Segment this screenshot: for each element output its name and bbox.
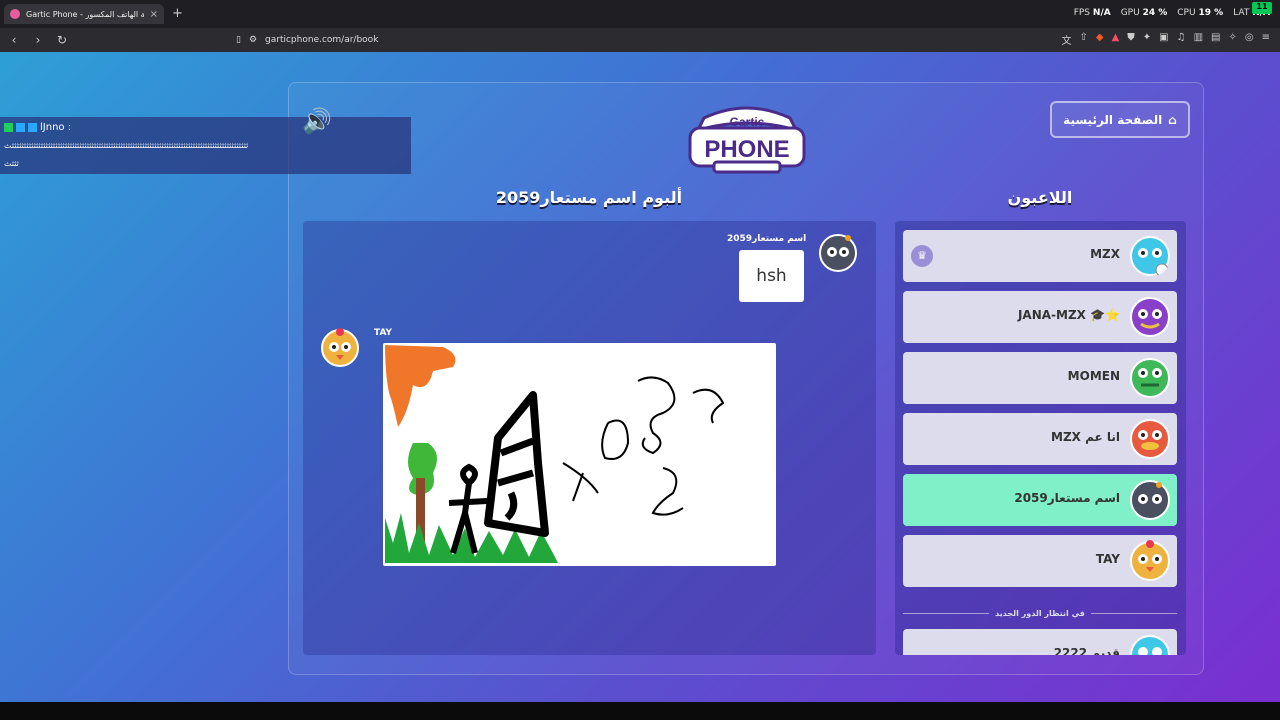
player-row-waiting[interactable]: قديم 2222 bbox=[903, 629, 1177, 655]
waiting-label: في انتظار الدور الجديد bbox=[995, 608, 1085, 618]
divider-line bbox=[903, 612, 990, 614]
players-title: اللاعبون bbox=[1007, 188, 1073, 207]
player-row[interactable]: ♛ MZX bbox=[903, 230, 1177, 282]
address-bar[interactable]: ▯ ⚙ garticphone.com/ar/book bbox=[236, 31, 978, 49]
player-name: ⭐🎓 JANA-MZX bbox=[1018, 308, 1120, 322]
home-button-label: الصفحة الرئيسية bbox=[1063, 112, 1163, 127]
extensions-icon[interactable]: ✦ bbox=[1143, 32, 1151, 47]
site-info-icon[interactable]: ⚙ bbox=[249, 35, 257, 45]
browser-toolbar: ‹ › ↻ ▯ ⚙ garticphone.com/ar/book 文 ⇧ ◆ … bbox=[0, 28, 1280, 52]
kick-badge: 11 bbox=[1252, 2, 1272, 14]
player-avatar bbox=[1130, 358, 1170, 398]
player-avatar bbox=[1130, 540, 1170, 581]
player-name: MOMEN bbox=[1067, 369, 1120, 383]
browser-tab[interactable]: Gartic Phone - لعبة الهاتف المكسور × bbox=[4, 4, 164, 24]
player-row[interactable]: ⭐🎓 JANA-MZX bbox=[903, 291, 1177, 343]
entry-author: اسم مستعار2059 bbox=[727, 234, 807, 244]
ai-icon[interactable]: ✧ bbox=[1228, 32, 1236, 47]
divider-line bbox=[1090, 612, 1177, 614]
back-icon[interactable]: ‹ bbox=[4, 33, 24, 47]
player-name: قديم 2222 bbox=[1053, 646, 1120, 655]
tab-title: Gartic Phone - لعبة الهاتف المكسور bbox=[26, 9, 144, 19]
waiting-divider: في انتظار الدور الجديد bbox=[903, 606, 1177, 620]
player-name: TAY bbox=[1095, 552, 1120, 566]
home-button[interactable]: الصفحة الرئيسية ⌂ bbox=[1050, 101, 1190, 138]
player-avatar bbox=[1130, 236, 1170, 277]
gartic-favicon-icon bbox=[10, 9, 20, 19]
new-tab-button[interactable]: + bbox=[172, 6, 183, 21]
player-avatar bbox=[1130, 297, 1170, 337]
drawing-canvas bbox=[383, 343, 776, 566]
home-icon: ⌂ bbox=[1168, 112, 1177, 127]
vpn-icon[interactable]: ◎ bbox=[1245, 32, 1254, 47]
player-avatar bbox=[818, 233, 858, 273]
chat-message-tail: ثثثث bbox=[4, 159, 19, 168]
player-row[interactable]: MOMEN bbox=[903, 352, 1177, 404]
badge-icon bbox=[28, 123, 37, 132]
text-bubble: hsh bbox=[739, 250, 804, 302]
close-tab-icon[interactable]: × bbox=[150, 9, 158, 20]
crown-icon: ♛ bbox=[911, 245, 933, 267]
player-name-text: JANA-MZX bbox=[1017, 308, 1086, 322]
shield-icon[interactable]: ⛊ bbox=[1127, 32, 1135, 47]
chat-username: lJnno : bbox=[40, 122, 72, 133]
volume-icon[interactable]: 🔊 bbox=[302, 107, 332, 135]
player-name: اسم مستعار2059 bbox=[1014, 491, 1120, 505]
player-row[interactable]: انا عم MZX bbox=[903, 413, 1177, 465]
stream-chat-overlay: lJnno : ثثثثثثثثثثثثثثثثثثثثثثثثثثثثثثثث… bbox=[0, 117, 411, 174]
entry-author: TAY bbox=[374, 328, 393, 338]
kick-icon bbox=[4, 123, 13, 132]
player-avatar bbox=[1130, 480, 1170, 520]
forward-icon[interactable]: › bbox=[28, 33, 48, 47]
rewards-icon[interactable]: ▲ bbox=[1112, 32, 1120, 47]
player-avatar bbox=[320, 328, 360, 368]
album-title: ألبوم اسم مستعار2059 bbox=[495, 188, 683, 207]
album-panel: اسم مستعار2059 hsh TAY bbox=[303, 221, 876, 655]
logo-top-text: Gartic bbox=[730, 115, 765, 129]
browser-tab-bar: Gartic Phone - لعبة الهاتف المكسور × + F… bbox=[0, 0, 1280, 28]
player-row[interactable]: TAY bbox=[903, 535, 1177, 587]
player-avatar bbox=[1130, 635, 1170, 655]
screenshot-icon[interactable]: ▣ bbox=[1159, 32, 1168, 47]
url-text[interactable]: garticphone.com/ar/book bbox=[265, 35, 378, 45]
cpu-value: 19 % bbox=[1198, 8, 1224, 18]
player-name: MZX bbox=[1090, 247, 1120, 261]
menu-icon[interactable]: ≡ bbox=[1262, 32, 1270, 47]
taskbar bbox=[0, 702, 1280, 720]
star-icon: ⭐🎓 bbox=[1090, 308, 1120, 322]
bookmark-icon[interactable]: ▯ bbox=[236, 35, 241, 45]
sidebar-icon[interactable]: ▥ bbox=[1194, 32, 1203, 47]
badge-icon bbox=[16, 123, 25, 132]
game-page: lJnno : ثثثثثثثثثثثثثثثثثثثثثثثثثثثثثثثث… bbox=[0, 52, 1280, 702]
reload-icon[interactable]: ↻ bbox=[52, 33, 72, 47]
player-row-current[interactable]: اسم مستعار2059 bbox=[903, 474, 1177, 526]
gartic-phone-logo: Gartic PHONE bbox=[684, 100, 810, 174]
gpu-label: GPU bbox=[1120, 8, 1140, 18]
browser-extensions: 文 ⇧ ◆ ▲ ⛊ ✦ ▣ ♫ ▥ ▤ ✧ ◎ ≡ bbox=[1061, 32, 1270, 47]
translate-icon[interactable]: 文 bbox=[1061, 32, 1071, 47]
wallet-icon[interactable]: ▤ bbox=[1211, 32, 1220, 47]
bubble-text: hsh bbox=[756, 266, 787, 286]
chat-message: ثثثثثثثثثثثثثثثثثثثثثثثثثثثثثثثثثثثثثثثث… bbox=[4, 141, 249, 150]
fps-value: N/A bbox=[1092, 8, 1111, 18]
cpu-label: CPU bbox=[1177, 8, 1196, 18]
performance-stats: FPS N/A GPU 24 % CPU 19 % LAT N/A bbox=[1074, 8, 1270, 18]
player-avatar bbox=[1130, 419, 1170, 459]
music-icon[interactable]: ♫ bbox=[1177, 32, 1186, 47]
logo-bottom-text: PHONE bbox=[704, 136, 789, 163]
share-icon[interactable]: ⇧ bbox=[1079, 32, 1087, 47]
gpu-value: 24 % bbox=[1142, 8, 1168, 18]
players-panel: ♛ MZX ⭐🎓 JANA-MZX MOMEN انا عم MZX اسم م… bbox=[895, 221, 1186, 655]
brave-shield-icon[interactable]: ◆ bbox=[1096, 32, 1104, 47]
fps-label: FPS bbox=[1073, 8, 1091, 18]
player-name: انا عم MZX bbox=[1051, 430, 1120, 444]
lat-label: LAT bbox=[1233, 8, 1250, 18]
